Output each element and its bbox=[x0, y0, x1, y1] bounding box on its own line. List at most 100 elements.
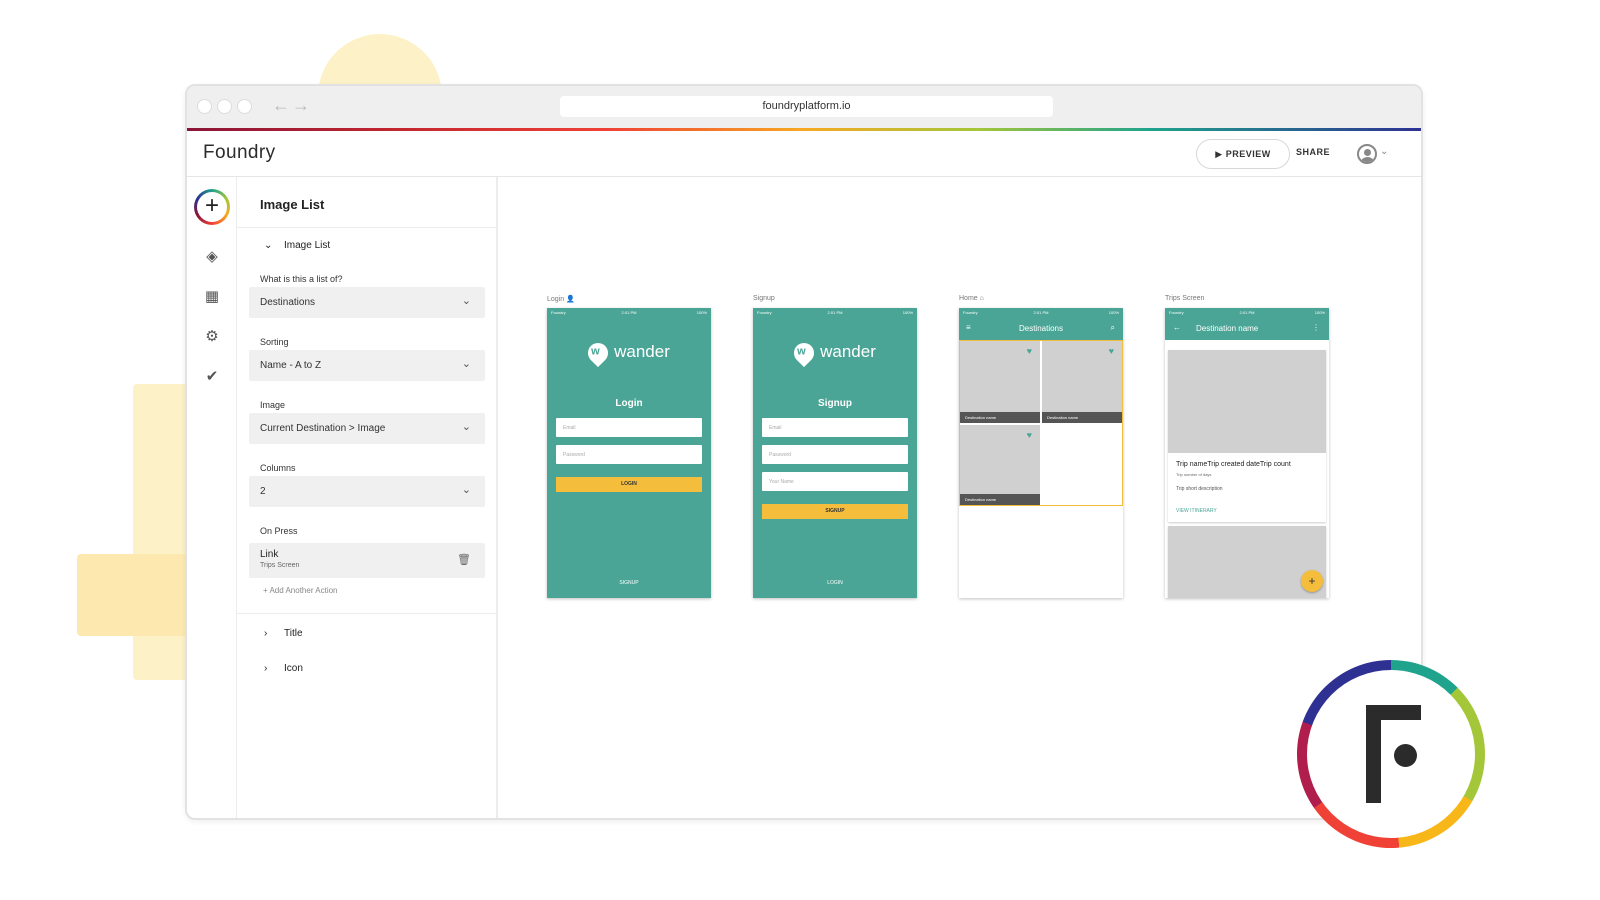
screen-label-text: Login bbox=[547, 296, 565, 303]
add-component-button[interactable]: + bbox=[194, 189, 230, 225]
login-link[interactable]: LOGIN bbox=[753, 580, 917, 586]
chevron-down-icon[interactable]: ⌄ bbox=[1380, 146, 1388, 157]
image-select[interactable]: Current Destination > Image ⌄ bbox=[249, 413, 485, 444]
list-of-label: What is this a list of? bbox=[260, 274, 343, 284]
chevron-down-icon: ⌄ bbox=[461, 421, 471, 433]
view-itinerary-link[interactable]: VIEW ITINERARY bbox=[1176, 508, 1217, 514]
section-icon[interactable]: › Icon bbox=[264, 663, 303, 674]
chevron-right-icon: › bbox=[264, 628, 268, 639]
add-trip-fab[interactable]: + bbox=[1301, 570, 1323, 592]
status-bar: Foundry 2:01 PM 100% bbox=[547, 308, 711, 316]
divider bbox=[237, 613, 496, 614]
panel-title: Image List bbox=[260, 197, 325, 212]
back-arrow-icon[interactable]: ← bbox=[1173, 323, 1181, 332]
heart-icon[interactable]: ♥ bbox=[1027, 430, 1032, 440]
status-time: 2:01 PM bbox=[1239, 310, 1255, 315]
destination-tile[interactable]: ♥ Destination name bbox=[960, 341, 1040, 423]
heart-icon[interactable]: ♥ bbox=[1109, 346, 1114, 356]
share-button[interactable]: SHARE bbox=[1296, 147, 1330, 157]
signup-link[interactable]: SIGNUP bbox=[547, 580, 711, 586]
badge-glyph-top bbox=[1381, 705, 1421, 720]
select-value: 2 bbox=[260, 486, 266, 497]
url-bar[interactable]: foundryplatform.io bbox=[560, 96, 1053, 117]
action-subtitle: Trips Screen bbox=[260, 562, 300, 569]
screen-label-trips: Trips Screen bbox=[1165, 295, 1205, 302]
login-title: Login bbox=[615, 398, 643, 409]
trip-card-title: Trip nameTrip created dateTrip count bbox=[1176, 461, 1291, 468]
destination-tile[interactable]: ♥ Destination name bbox=[1042, 341, 1122, 423]
foundry-logo: Foundry bbox=[203, 142, 276, 163]
window-minimize-dot[interactable] bbox=[217, 99, 232, 114]
location-pin-icon bbox=[789, 338, 819, 367]
location-pin-icon bbox=[583, 338, 613, 367]
status-battery: 100% bbox=[1108, 310, 1119, 315]
more-vert-icon[interactable]: ⋮ bbox=[1312, 323, 1320, 332]
trips-screen[interactable]: Foundry 2:01 PM 100% ← Destination name … bbox=[1165, 308, 1329, 598]
name-field[interactable]: Your Name bbox=[762, 472, 908, 491]
section-title[interactable]: › Title bbox=[264, 628, 303, 639]
preview-label: PREVIEW bbox=[1225, 149, 1271, 159]
badge-glyph-stem bbox=[1366, 705, 1381, 803]
chevron-right-icon: › bbox=[264, 663, 268, 674]
wander-logo: wander bbox=[753, 338, 917, 367]
status-time: 2:01 PM bbox=[621, 310, 637, 315]
window-maximize-dot[interactable] bbox=[237, 99, 252, 114]
password-field[interactable]: Password bbox=[556, 445, 702, 464]
properties-panel: Image List ⌄ Image List What is this a li… bbox=[237, 177, 498, 818]
heart-icon[interactable]: ♥ bbox=[1027, 346, 1032, 356]
layers-icon[interactable]: ◈ bbox=[202, 247, 222, 267]
login-screen[interactable]: Foundry 2:01 PM 100% wander Login Email … bbox=[547, 308, 711, 598]
screen-label-home: Home ⌂ bbox=[959, 295, 984, 302]
forward-arrow-icon[interactable]: → bbox=[292, 95, 310, 116]
signup-button[interactable]: SIGNUP bbox=[762, 504, 908, 519]
section-label: Image List bbox=[284, 240, 331, 251]
gear-icon[interactable]: ⚙ bbox=[202, 327, 222, 347]
trash-icon[interactable]: 🗑 bbox=[457, 553, 471, 566]
home-icon: ⌂ bbox=[979, 295, 984, 302]
back-arrow-icon[interactable]: ← bbox=[272, 95, 290, 116]
window-close-dot[interactable] bbox=[197, 99, 212, 114]
design-canvas[interactable]: Login 👤 Foundry 2:01 PM 100% wander Logi… bbox=[498, 177, 1421, 818]
columns-select[interactable]: 2 ⌄ bbox=[249, 476, 485, 507]
screen-label-signup: Signup bbox=[753, 295, 775, 302]
list-of-select[interactable]: Destinations ⌄ bbox=[249, 287, 485, 318]
sorting-select[interactable]: Name - A to Z ⌄ bbox=[249, 350, 485, 381]
trip-card[interactable]: Trip nameTrip created dateTrip count Tri… bbox=[1168, 350, 1326, 522]
preview-button[interactable]: ▶ PREVIEW bbox=[1196, 139, 1290, 169]
browser-window: ← → foundryplatform.io Foundry ▶ PREVIEW… bbox=[185, 84, 1423, 820]
email-field[interactable]: Email bbox=[556, 418, 702, 437]
tile-caption: Destination name bbox=[960, 412, 1040, 423]
grid-icon[interactable]: ▦ bbox=[202, 287, 222, 307]
tile-caption: Destination name bbox=[1042, 412, 1122, 423]
avatar-icon[interactable] bbox=[1357, 144, 1377, 164]
login-button[interactable]: LOGIN bbox=[556, 477, 702, 492]
on-press-label: On Press bbox=[260, 526, 298, 536]
tile-caption: Destination name bbox=[960, 494, 1040, 505]
search-icon[interactable]: ⌕ bbox=[1111, 323, 1115, 333]
section-image-list[interactable]: ⌄ Image List bbox=[264, 240, 330, 251]
trips-title: Destination name bbox=[1196, 324, 1259, 333]
badge-glyph-dot bbox=[1394, 744, 1417, 767]
status-battery: 100% bbox=[902, 310, 913, 315]
add-another-action-link[interactable]: + Add Another Action bbox=[263, 586, 338, 595]
screen-label-login: Login 👤 bbox=[547, 295, 575, 303]
app-header: Foundry ▶ PREVIEW SHARE ⌄ bbox=[187, 131, 1421, 177]
foundry-badge-logo bbox=[1297, 660, 1485, 848]
destination-tile[interactable]: ♥ Destination name bbox=[960, 425, 1040, 505]
home-screen[interactable]: Foundry 2:01 PM 100% ≡ Destinations ⌕ ♥ … bbox=[959, 308, 1123, 598]
browser-chrome: ← → foundryplatform.io bbox=[187, 86, 1421, 128]
email-field[interactable]: Email bbox=[762, 418, 908, 437]
status-bar: Foundry 2:01 PM 100% bbox=[753, 308, 917, 316]
user-icon: 👤 bbox=[566, 296, 575, 303]
stage: ← → foundryplatform.io Foundry ▶ PREVIEW… bbox=[0, 0, 1600, 900]
signup-screen[interactable]: Foundry 2:01 PM 100% wander Signup Email… bbox=[753, 308, 917, 598]
on-press-action[interactable]: Link Trips Screen 🗑 bbox=[249, 543, 485, 578]
password-field[interactable]: Password bbox=[762, 445, 908, 464]
section-label: Title bbox=[284, 628, 303, 639]
status-time: 2:01 PM bbox=[827, 310, 843, 315]
signup-title: Signup bbox=[818, 398, 852, 409]
action-title: Link bbox=[260, 549, 279, 560]
double-check-icon[interactable]: ✔ bbox=[202, 367, 222, 387]
select-value: Destinations bbox=[260, 297, 316, 308]
chevron-down-icon: ⌄ bbox=[264, 240, 273, 251]
